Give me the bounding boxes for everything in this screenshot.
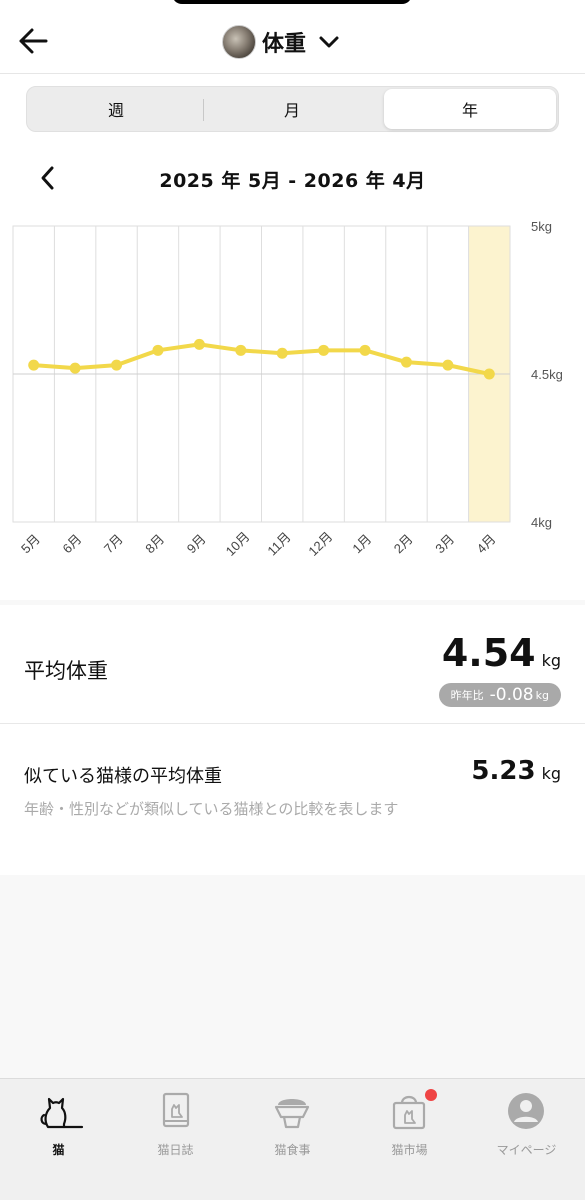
similar-weight-value: 5.23 bbox=[471, 756, 536, 786]
tab-diary[interactable]: 猫日誌 bbox=[117, 1087, 234, 1167]
tab-label: 猫食事 bbox=[274, 1143, 311, 1157]
x-tick-label: 8月 bbox=[142, 531, 167, 556]
x-tick-label: 5月 bbox=[18, 531, 43, 556]
diary-icon bbox=[162, 1092, 190, 1128]
data-point bbox=[400, 356, 412, 368]
food-bowl-icon bbox=[274, 1099, 310, 1129]
y-tick-label: 5kg bbox=[531, 219, 552, 234]
x-tick-label: 6月 bbox=[59, 531, 84, 556]
data-point bbox=[69, 362, 81, 374]
date-range-row: 2025 年 5月 - 2026 年 4月 bbox=[0, 160, 585, 196]
x-tick-label: 2月 bbox=[391, 531, 416, 556]
tab-market[interactable]: 猫市場 bbox=[351, 1087, 468, 1167]
period-segmented-control: 週 月 年 bbox=[26, 86, 559, 132]
diff-value: -0.08 bbox=[489, 685, 534, 705]
average-weight-value: 4.54 bbox=[441, 631, 536, 675]
chevron-down-icon bbox=[319, 36, 339, 48]
back-arrow-icon bbox=[19, 28, 48, 54]
shopping-bag-icon bbox=[392, 1095, 426, 1130]
weight-line-chart: 5kg 4.5kg 4kg 5月 6月 7月 8月 9月 10月 11月 12月 1月 2月 3月 4月 bbox=[12, 219, 563, 559]
similar-weight-label: 似ている猫様の平均体重 bbox=[24, 766, 222, 787]
data-point bbox=[235, 344, 247, 356]
tab-month[interactable]: 月 bbox=[205, 89, 379, 129]
x-tick-label: 4月 bbox=[474, 531, 499, 556]
tab-mypage[interactable]: マイページ bbox=[468, 1087, 585, 1167]
bottom-tab-bar: 猫 猫日誌 猫食事 猫市場 マイページ bbox=[0, 1078, 585, 1200]
diff-unit: kg bbox=[535, 688, 549, 702]
y-tick-label: 4kg bbox=[531, 515, 552, 530]
avatar bbox=[222, 25, 256, 59]
tab-food[interactable]: 猫食事 bbox=[234, 1087, 351, 1167]
segment-divider bbox=[203, 99, 204, 121]
diff-label: 昨年比 bbox=[450, 689, 484, 702]
average-weight-unit: kg bbox=[541, 651, 561, 670]
tab-label: 猫市場 bbox=[391, 1143, 428, 1157]
similar-weight-note: 年齢・性別などが類似している猫様との比較を表します bbox=[24, 800, 399, 818]
similar-cats-section: 似ている猫様の平均体重 5.23 kg 年齢・性別などが類似している猫様との比較… bbox=[0, 723, 585, 875]
data-point bbox=[111, 359, 123, 371]
x-tick-label: 7月 bbox=[101, 531, 126, 556]
notification-dot bbox=[425, 1089, 437, 1101]
top-panel: 体重 週 月 年 2025 年 5月 - 2026 年 4月 5kg 4.5kg 4… bbox=[0, 0, 585, 600]
tab-week[interactable]: 週 bbox=[29, 89, 203, 129]
date-range-label: 2025 年 5月 - 2026 年 4月 bbox=[159, 170, 426, 192]
cat-icon bbox=[40, 1097, 84, 1129]
x-tick-label: 9月 bbox=[184, 531, 209, 556]
data-point bbox=[276, 347, 288, 359]
tab-label: 猫日誌 bbox=[157, 1143, 194, 1157]
data-point bbox=[483, 368, 495, 380]
tab-year[interactable]: 年 bbox=[384, 89, 556, 129]
similar-weight-value-group: 5.23 kg bbox=[471, 756, 561, 786]
data-point bbox=[442, 359, 454, 371]
year-over-year-badge: 昨年比 -0.08 kg bbox=[438, 683, 561, 707]
y-tick-label: 4.5kg bbox=[531, 367, 563, 382]
data-point bbox=[28, 359, 40, 371]
pet-selector[interactable]: 体重 bbox=[222, 24, 340, 60]
similar-weight-unit: kg bbox=[541, 764, 561, 783]
average-weight-value-group: 4.54 kg bbox=[442, 631, 561, 675]
data-point bbox=[152, 344, 164, 356]
back-button[interactable] bbox=[16, 26, 50, 56]
profile-icon bbox=[508, 1093, 544, 1129]
tab-label: マイページ bbox=[496, 1143, 557, 1157]
data-point bbox=[359, 344, 371, 356]
x-tick-label: 1月 bbox=[349, 531, 374, 556]
header: 体重 bbox=[0, 0, 585, 74]
x-tick-label: 12月 bbox=[305, 529, 335, 559]
x-tick-label: 3月 bbox=[432, 531, 457, 556]
data-point bbox=[193, 338, 205, 350]
page-title: 体重 bbox=[262, 32, 307, 57]
average-weight-label: 平均体重 bbox=[24, 659, 108, 683]
tab-cat[interactable]: 猫 bbox=[0, 1087, 117, 1167]
tab-label: 猫 bbox=[52, 1143, 65, 1157]
x-tick-label: 10月 bbox=[223, 529, 253, 559]
x-tick-label: 11月 bbox=[264, 529, 293, 558]
average-weight-section: 平均体重 4.54 kg 昨年比 -0.08 kg bbox=[0, 605, 585, 723]
data-point bbox=[318, 344, 330, 356]
